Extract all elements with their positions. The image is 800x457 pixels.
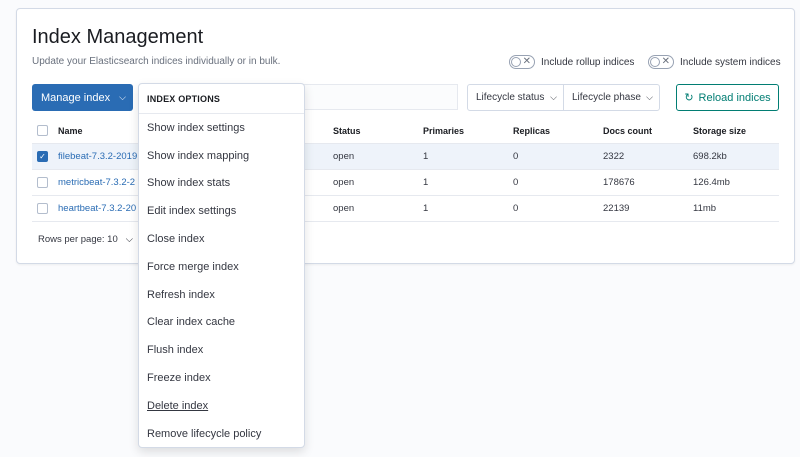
index-replicas: 0	[513, 177, 519, 188]
index-primaries: 1	[423, 151, 429, 162]
lifecycle-status-label: Lifecycle status	[476, 92, 545, 103]
reload-indices-label: Reload indices	[698, 91, 771, 104]
index-docs-count: 2322	[603, 151, 625, 162]
menu-item-force-merge-index[interactable]: Force merge index	[139, 253, 304, 281]
select-all-checkbox[interactable]	[37, 118, 48, 143]
rollup-switch[interactable]: ✕	[509, 55, 535, 69]
switch-knob	[511, 57, 521, 67]
index-replicas: 0	[513, 203, 519, 214]
column-header-docs-count[interactable]: Docs count	[603, 118, 652, 143]
index-status: open	[333, 203, 355, 214]
menu-item-delete-index[interactable]: Delete index	[139, 392, 304, 420]
rows-per-page-selector[interactable]: Rows per page: 10 ⌵	[38, 234, 133, 245]
chevron-down-icon: ⌵	[550, 92, 557, 102]
chevron-down-icon: ⌵	[646, 92, 653, 102]
checkbox-box	[37, 125, 48, 136]
menu-item-clear-index-cache[interactable]: Clear index cache	[139, 309, 304, 337]
lifecycle-phase-label: Lifecycle phase	[572, 92, 641, 103]
lifecycle-status-filter[interactable]: Lifecycle status ⌵	[468, 85, 563, 110]
menu-item-remove-lifecycle-policy[interactable]: Remove lifecycle policy	[139, 420, 304, 448]
column-header-storage-size[interactable]: Storage size	[693, 118, 746, 143]
close-icon: ✕	[522, 56, 531, 67]
system-switch[interactable]: ✕	[648, 55, 674, 69]
column-header-status[interactable]: Status	[333, 118, 361, 143]
manage-index-label: Manage index	[41, 91, 111, 104]
menu-item-flush-index[interactable]: Flush index	[139, 336, 304, 364]
column-header-name[interactable]: Name	[58, 118, 83, 143]
index-options-menu: INDEX OPTIONS Show index settings Show i…	[138, 83, 305, 448]
chevron-down-icon: ⌵	[119, 92, 126, 102]
index-primaries: 1	[423, 177, 429, 188]
check-icon: ✓	[37, 151, 48, 162]
index-docs-count: 178676	[603, 177, 635, 188]
refresh-icon: ↻	[684, 92, 694, 104]
menu-item-show-index-mapping[interactable]: Show index mapping	[139, 142, 304, 170]
system-toggle-label: Include system indices	[680, 56, 781, 68]
menu-item-edit-index-settings[interactable]: Edit index settings	[139, 197, 304, 225]
switch-knob	[650, 57, 660, 67]
chevron-down-icon: ⌵	[125, 234, 133, 245]
include-system-toggle[interactable]: ✕ Include system indices	[648, 55, 781, 69]
column-header-replicas[interactable]: Replicas	[513, 118, 550, 143]
menu-item-show-index-stats[interactable]: Show index stats	[139, 170, 304, 198]
index-replicas: 0	[513, 151, 519, 162]
index-name-link[interactable]: metricbeat-7.3.2-2	[58, 170, 135, 195]
row-checkbox[interactable]: ✓	[37, 144, 48, 169]
rollup-toggle-label: Include rollup indices	[541, 56, 635, 68]
index-storage-size: 698.2kb	[693, 151, 727, 162]
lifecycle-phase-filter[interactable]: Lifecycle phase ⌵	[563, 85, 659, 110]
column-header-primaries[interactable]: Primaries	[423, 118, 464, 143]
index-docs-count: 22139	[603, 203, 630, 214]
menu-item-show-index-settings[interactable]: Show index settings	[139, 114, 304, 142]
menu-item-close-index[interactable]: Close index	[139, 225, 304, 253]
index-primaries: 1	[423, 203, 429, 214]
menu-title: INDEX OPTIONS	[139, 84, 304, 114]
index-storage-size: 11mb	[693, 203, 717, 214]
index-status: open	[333, 151, 355, 162]
row-checkbox[interactable]	[37, 196, 48, 221]
menu-item-refresh-index[interactable]: Refresh index	[139, 281, 304, 309]
checkbox-box	[37, 203, 48, 214]
page-subtitle: Update your Elasticsearch indices indivi…	[32, 56, 281, 67]
reload-indices-button[interactable]: ↻ Reload indices	[676, 84, 779, 111]
index-name-link[interactable]: heartbeat-7.3.2-20	[58, 196, 136, 221]
checkbox-box	[37, 177, 48, 188]
row-checkbox[interactable]	[37, 170, 48, 195]
index-storage-size: 126.4mb	[693, 177, 730, 188]
menu-item-freeze-index[interactable]: Freeze index	[139, 364, 304, 392]
search-input[interactable]	[300, 84, 458, 110]
manage-index-button[interactable]: Manage index ⌵	[32, 84, 133, 111]
lifecycle-filter-group: Lifecycle status ⌵ Lifecycle phase ⌵	[467, 84, 660, 111]
index-name-link[interactable]: filebeat-7.3.2-2019	[58, 144, 137, 169]
index-status: open	[333, 177, 355, 188]
close-icon: ✕	[661, 56, 670, 67]
page-title: Index Management	[32, 26, 204, 48]
include-rollup-toggle[interactable]: ✕ Include rollup indices	[509, 55, 634, 69]
rows-per-page-label: Rows per page: 10	[38, 234, 118, 245]
